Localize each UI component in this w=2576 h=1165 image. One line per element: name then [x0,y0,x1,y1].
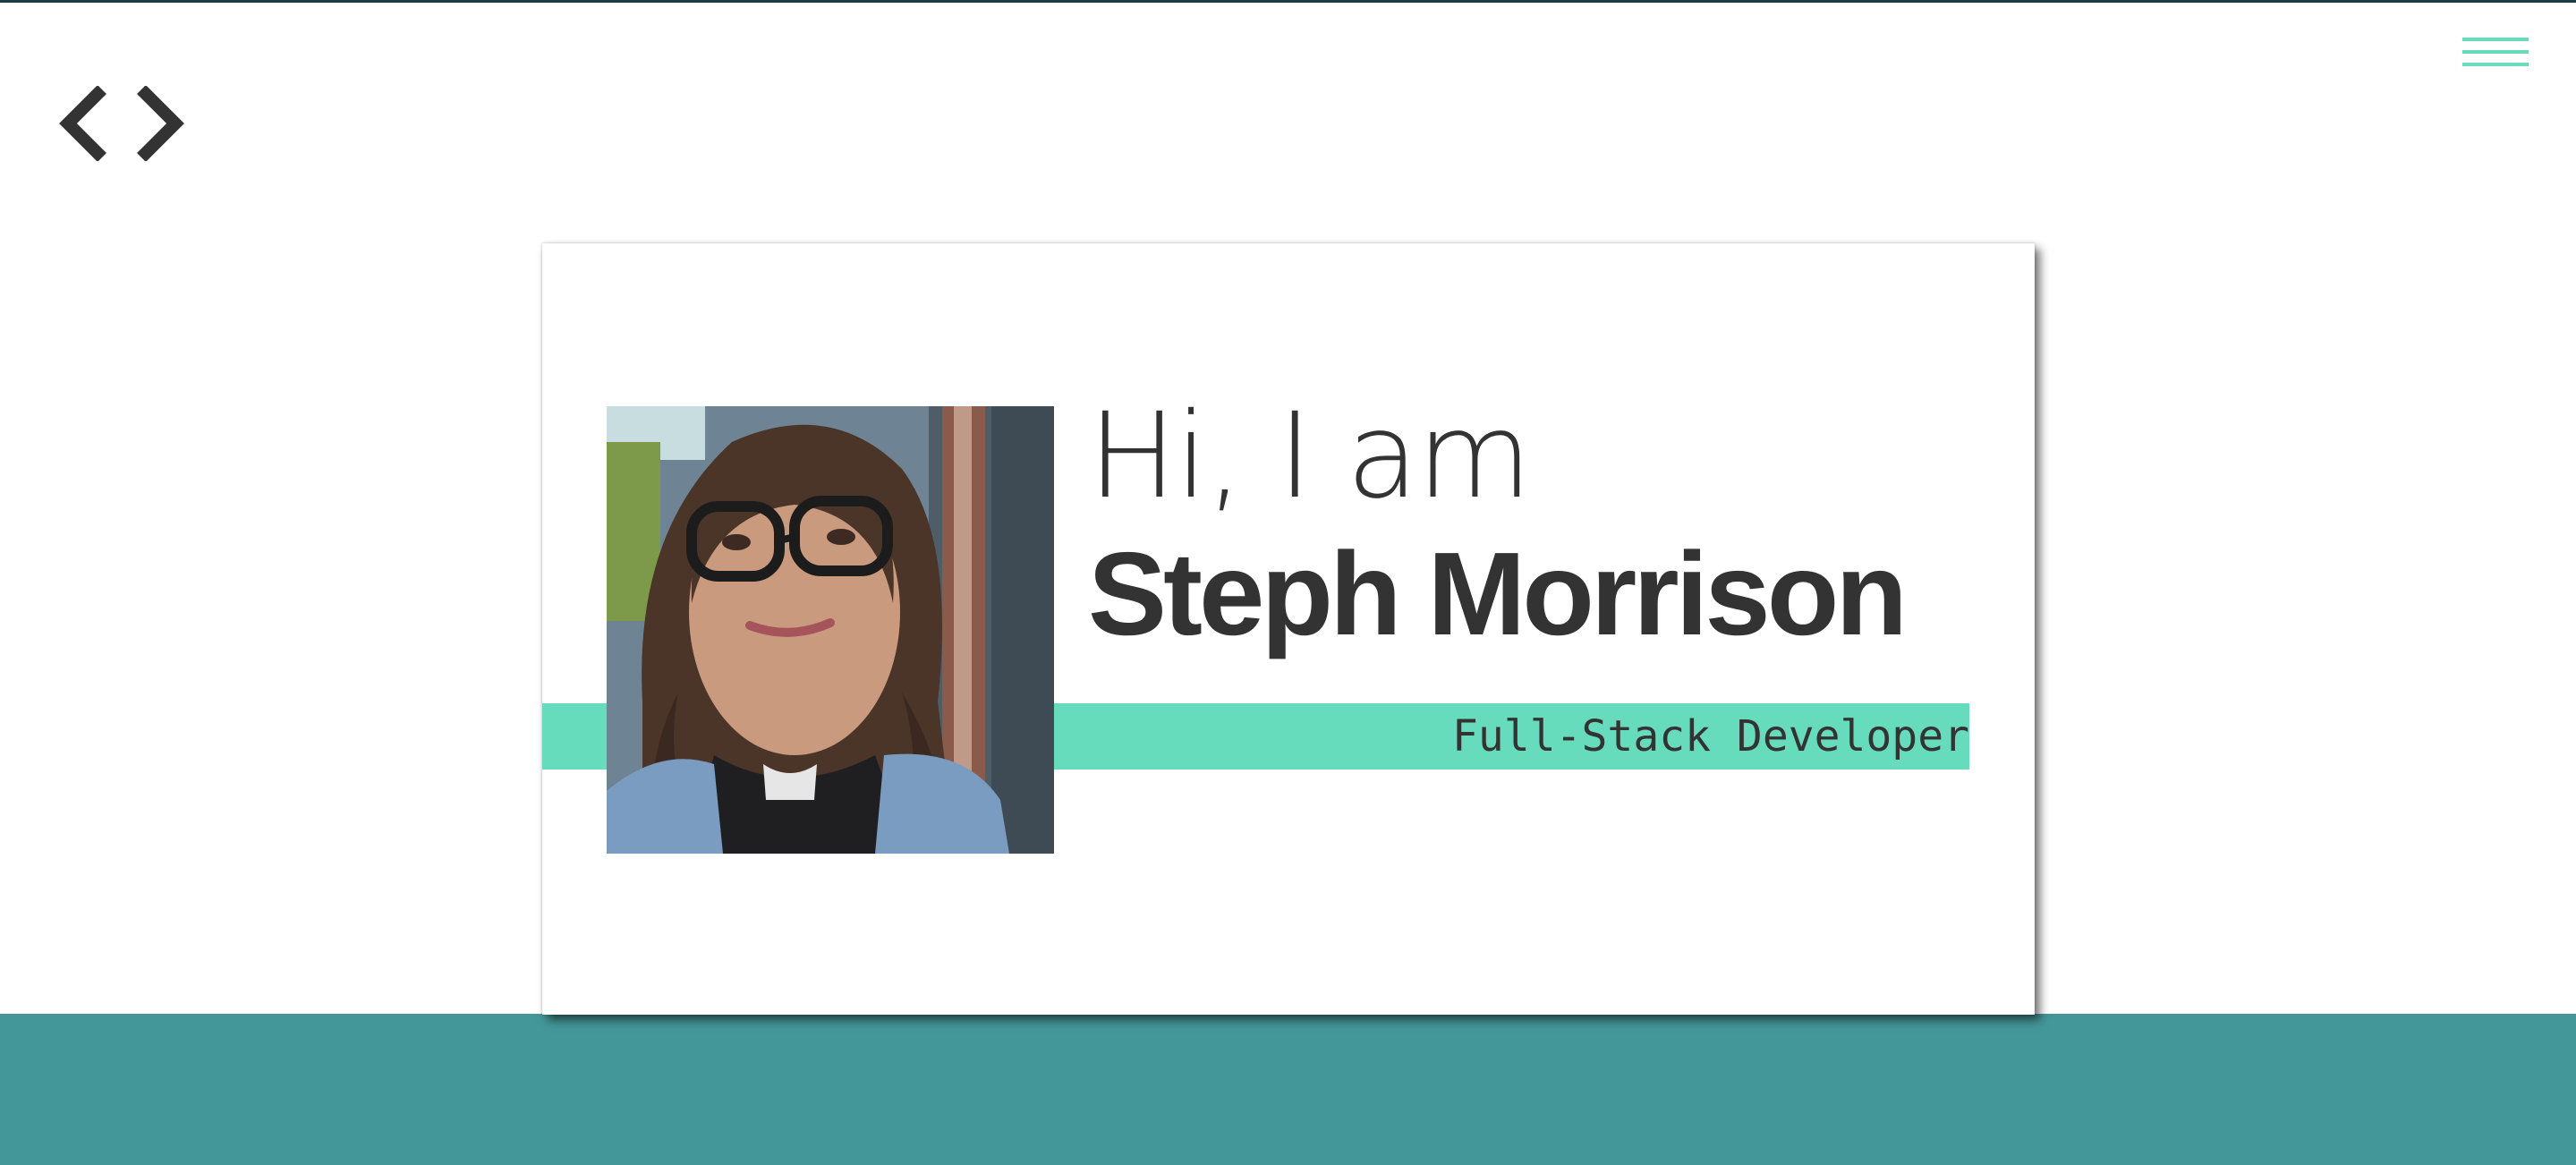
menu-line [2462,50,2529,54]
greeting-text: Hi, I am [1088,387,1532,525]
bottom-band [0,1014,2576,1165]
menu-line [2462,38,2529,41]
profile-photo [607,406,1054,854]
portrait-image [607,406,1054,854]
name-heading: Steph Morrison [1088,528,1908,659]
page: Hi, I am Steph Morrison Full-Stack Devel… [0,0,2576,1165]
hamburger-menu-icon[interactable] [2462,38,2529,66]
code-brackets-icon[interactable] [59,86,184,161]
top-border [0,0,2576,3]
menu-line [2462,63,2529,66]
role-text: Full-Stack Developer [1452,711,1969,761]
intro-card: Hi, I am Steph Morrison Full-Stack Devel… [542,243,2035,1015]
